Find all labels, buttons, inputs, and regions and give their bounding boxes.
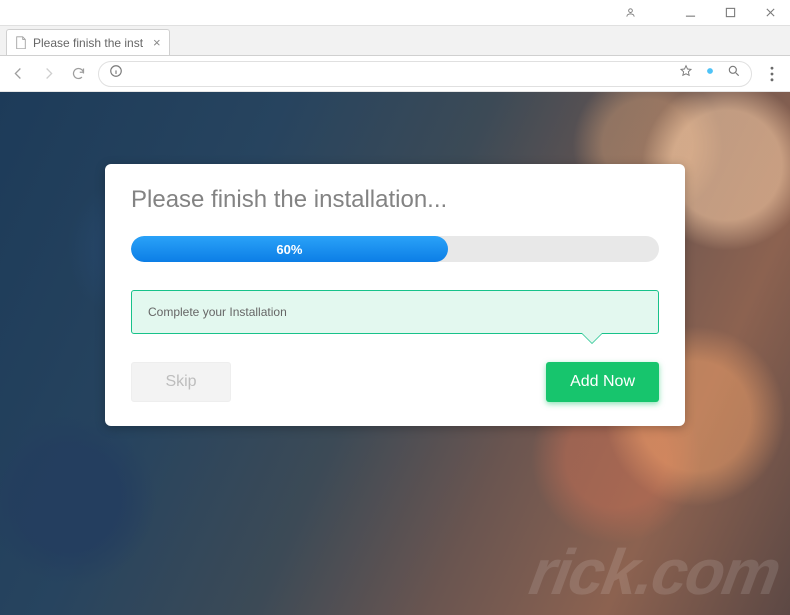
page-viewport: Please finish the installation... 60% Co… — [0, 92, 790, 615]
tab-close-icon[interactable]: × — [153, 35, 161, 50]
progress-label: 60% — [276, 242, 302, 257]
skip-button-label: Skip — [165, 373, 196, 391]
browser-tab[interactable]: Please finish the installati... × — [6, 29, 170, 55]
bookmark-star-icon[interactable] — [679, 64, 693, 83]
site-info-icon[interactable] — [109, 64, 123, 83]
add-now-button-label: Add Now — [570, 373, 635, 391]
back-button[interactable] — [8, 66, 28, 81]
maximize-button[interactable] — [710, 0, 750, 26]
extension-icon[interactable] — [703, 64, 717, 83]
progress-bar: 60% — [131, 236, 659, 262]
tab-title: Please finish the installati... — [33, 36, 143, 50]
window-titlebar — [0, 0, 790, 26]
address-bar[interactable] — [98, 61, 752, 87]
add-now-button[interactable]: Add Now — [546, 362, 659, 402]
tooltip-message: Complete your Installation — [131, 290, 659, 334]
progress-fill: 60% — [131, 236, 448, 262]
minimize-button[interactable] — [670, 0, 710, 26]
tooltip-text: Complete your Installation — [148, 305, 287, 319]
page-icon — [15, 36, 27, 50]
user-account-icon[interactable] — [610, 0, 650, 26]
forward-button[interactable] — [38, 66, 58, 81]
close-button[interactable] — [750, 0, 790, 26]
browser-toolbar — [0, 56, 790, 92]
skip-button[interactable]: Skip — [131, 362, 231, 402]
browser-menu-button[interactable] — [762, 64, 782, 84]
tab-strip: Please finish the installati... × — [0, 26, 790, 56]
installation-dialog: Please finish the installation... 60% Co… — [105, 164, 685, 426]
watermark-text: rick.com — [524, 535, 784, 609]
dialog-title: Please finish the installation... — [131, 186, 659, 214]
search-icon-right[interactable] — [727, 64, 741, 83]
reload-button[interactable] — [68, 66, 88, 81]
dialog-button-row: Skip Add Now — [131, 362, 659, 402]
